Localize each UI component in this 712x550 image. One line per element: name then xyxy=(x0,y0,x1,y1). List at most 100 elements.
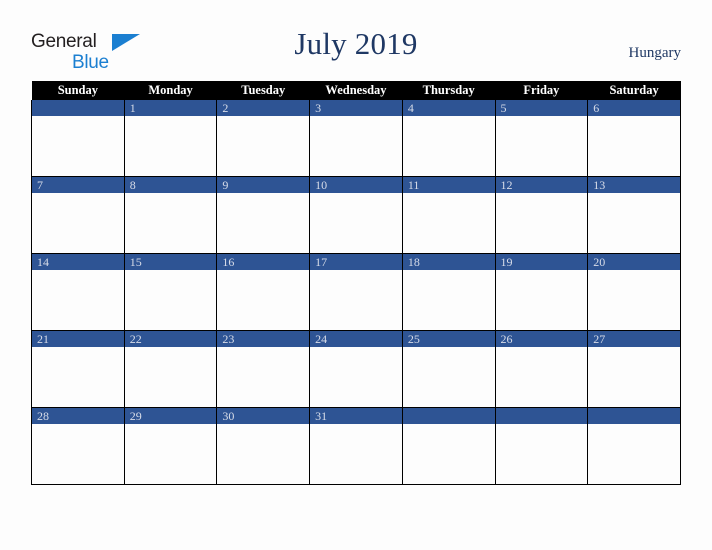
day-notes-area[interactable] xyxy=(495,424,588,484)
day-notes-area[interactable] xyxy=(588,424,680,484)
day-number: 2 xyxy=(217,100,310,116)
day-notes-area[interactable] xyxy=(495,347,588,407)
calendar-day-cell[interactable]: 22 xyxy=(123,330,218,408)
calendar-day-cell[interactable]: 5 xyxy=(494,100,589,177)
calendar-day-cell[interactable]: 2 xyxy=(216,100,311,177)
calendar-day-cell[interactable]: 4 xyxy=(401,100,496,177)
calendar-day-cell[interactable]: 18 xyxy=(401,253,496,331)
calendar-day-cell[interactable]: 21 xyxy=(31,330,125,408)
day-notes-area[interactable] xyxy=(124,347,217,407)
day-notes-area[interactable] xyxy=(32,347,124,407)
calendar-day-cell[interactable]: 17 xyxy=(309,253,403,331)
calendar-day-cell[interactable] xyxy=(31,100,125,177)
day-number: 1 xyxy=(124,100,217,116)
day-cell-inner: 2 xyxy=(217,100,310,176)
day-notes-area[interactable] xyxy=(217,424,310,484)
calendar-day-cell[interactable]: 20 xyxy=(587,253,681,331)
day-notes-area[interactable] xyxy=(495,270,588,330)
calendar-day-cell[interactable]: 24 xyxy=(309,330,403,408)
calendar-day-cell[interactable]: 3 xyxy=(309,100,403,177)
day-cell-inner: 16 xyxy=(217,254,310,330)
day-cell-inner xyxy=(402,408,495,484)
day-cell-inner: 21 xyxy=(32,331,124,407)
day-cell-inner: 20 xyxy=(588,254,680,330)
page-header: General Blue July 2019 Hungary xyxy=(0,0,712,80)
calendar-body: 1 2 3 4 5 6 7 8 9 10 11 12 13 14 15 16 17 18 19 20 21 22 23 24 2… xyxy=(31,100,681,485)
calendar-page: General Blue July 2019 Hungary Sunday Mo… xyxy=(0,0,712,550)
calendar-day-cell[interactable]: 26 xyxy=(494,330,589,408)
day-notes-area[interactable] xyxy=(588,116,680,176)
calendar-day-cell[interactable]: 16 xyxy=(216,253,311,331)
day-notes-area[interactable] xyxy=(402,270,495,330)
day-number: 12 xyxy=(495,177,588,193)
day-notes-area[interactable] xyxy=(124,270,217,330)
calendar-day-cell[interactable] xyxy=(401,407,496,485)
day-notes-area[interactable] xyxy=(32,116,124,176)
day-number: 17 xyxy=(310,254,402,270)
day-cell-inner: 1 xyxy=(124,100,217,176)
day-notes-area[interactable] xyxy=(32,193,124,253)
day-notes-area[interactable] xyxy=(588,347,680,407)
calendar-day-cell[interactable]: 12 xyxy=(494,176,589,254)
calendar-day-cell[interactable]: 23 xyxy=(216,330,311,408)
day-number: 6 xyxy=(588,100,680,116)
day-cell-inner: 19 xyxy=(495,254,588,330)
calendar-day-cell[interactable]: 25 xyxy=(401,330,496,408)
day-notes-area[interactable] xyxy=(310,193,402,253)
day-notes-area[interactable] xyxy=(402,424,495,484)
day-notes-area[interactable] xyxy=(402,347,495,407)
day-cell-inner: 17 xyxy=(310,254,402,330)
calendar-day-cell[interactable]: 7 xyxy=(31,176,125,254)
day-number: 28 xyxy=(32,408,124,424)
calendar-day-cell[interactable] xyxy=(587,407,681,485)
day-notes-area[interactable] xyxy=(124,116,217,176)
day-notes-area[interactable] xyxy=(588,270,680,330)
calendar-day-cell[interactable]: 15 xyxy=(123,253,218,331)
country-label: Hungary xyxy=(628,45,682,61)
calendar-day-cell[interactable]: 29 xyxy=(123,407,218,485)
day-notes-area[interactable] xyxy=(495,116,588,176)
calendar-day-cell[interactable]: 10 xyxy=(309,176,403,254)
day-number: 31 xyxy=(310,408,402,424)
calendar-day-cell[interactable]: 9 xyxy=(216,176,311,254)
day-notes-area[interactable] xyxy=(588,193,680,253)
calendar-day-cell[interactable]: 6 xyxy=(587,100,681,177)
day-notes-area[interactable] xyxy=(310,424,402,484)
day-cell-inner xyxy=(32,100,124,176)
day-notes-area[interactable] xyxy=(310,270,402,330)
day-notes-area[interactable] xyxy=(310,116,402,176)
day-notes-area[interactable] xyxy=(495,193,588,253)
calendar-day-cell[interactable]: 1 xyxy=(123,100,218,177)
day-notes-area[interactable] xyxy=(310,347,402,407)
calendar-day-cell[interactable]: 8 xyxy=(123,176,218,254)
day-number: 8 xyxy=(124,177,217,193)
day-notes-area[interactable] xyxy=(124,193,217,253)
day-number: 21 xyxy=(32,331,124,347)
day-cell-inner: 25 xyxy=(402,331,495,407)
weekday-header-monday: Monday xyxy=(124,81,217,100)
day-cell-inner: 29 xyxy=(124,408,217,484)
calendar-day-cell[interactable]: 14 xyxy=(31,253,125,331)
day-notes-area[interactable] xyxy=(402,193,495,253)
day-number xyxy=(588,408,680,424)
day-notes-area[interactable] xyxy=(217,270,310,330)
day-notes-area[interactable] xyxy=(217,193,310,253)
day-number: 22 xyxy=(124,331,217,347)
calendar-grid: Sunday Monday Tuesday Wednesday Thursday… xyxy=(31,81,681,485)
day-notes-area[interactable] xyxy=(32,424,124,484)
day-notes-area[interactable] xyxy=(217,347,310,407)
calendar-day-cell[interactable]: 31 xyxy=(309,407,403,485)
day-notes-area[interactable] xyxy=(217,116,310,176)
day-cell-inner: 28 xyxy=(32,408,124,484)
calendar-day-cell[interactable]: 19 xyxy=(494,253,589,331)
day-notes-area[interactable] xyxy=(32,270,124,330)
calendar-day-cell[interactable]: 28 xyxy=(31,407,125,485)
day-number: 13 xyxy=(588,177,680,193)
calendar-day-cell[interactable]: 27 xyxy=(587,330,681,408)
calendar-day-cell[interactable]: 11 xyxy=(401,176,496,254)
day-notes-area[interactable] xyxy=(124,424,217,484)
calendar-day-cell[interactable]: 30 xyxy=(216,407,311,485)
calendar-day-cell[interactable] xyxy=(494,407,589,485)
day-notes-area[interactable] xyxy=(402,116,495,176)
calendar-day-cell[interactable]: 13 xyxy=(587,176,681,254)
